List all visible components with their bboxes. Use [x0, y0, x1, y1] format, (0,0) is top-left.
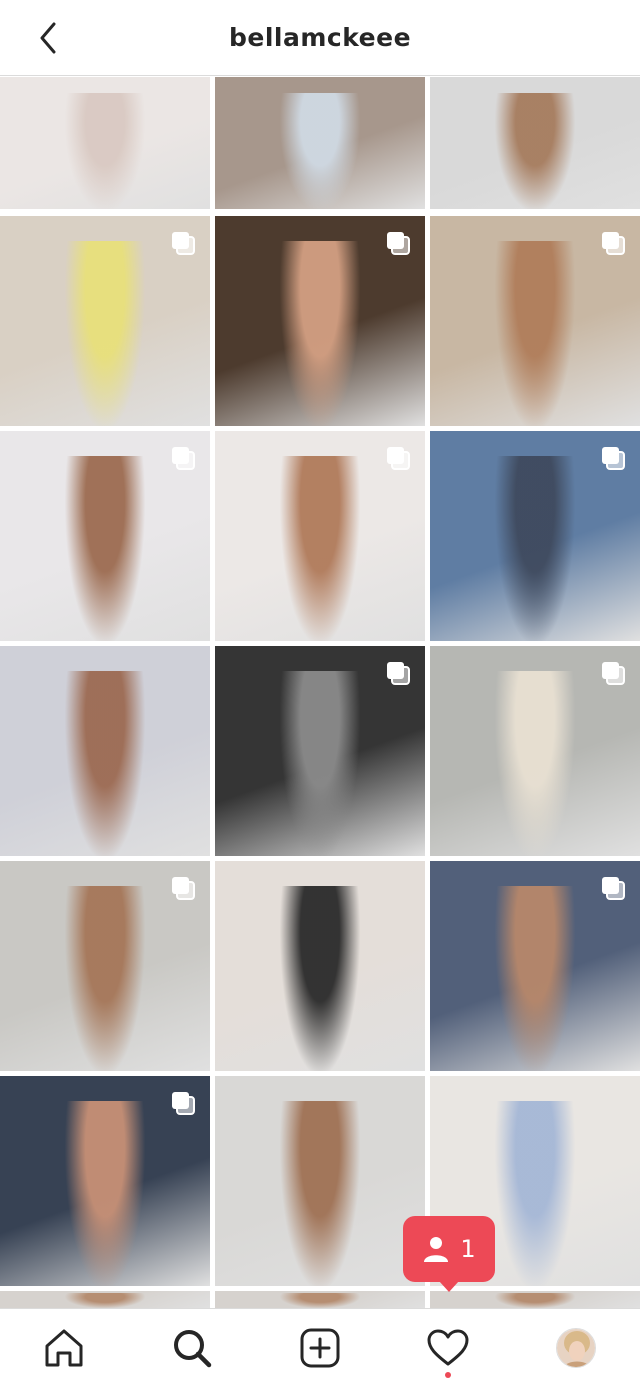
back-button[interactable] [30, 20, 66, 56]
post-thumbnail[interactable] [215, 216, 425, 426]
tab-home[interactable] [32, 1316, 96, 1380]
post-thumbnail[interactable] [430, 646, 640, 856]
home-icon [45, 1329, 83, 1366]
post-thumbnail[interactable] [215, 646, 425, 856]
plus-square-icon [300, 1328, 340, 1367]
post-image-subject [273, 1293, 367, 1308]
post-image-subject [273, 886, 367, 1071]
top-header: bellamckeee [0, 0, 640, 76]
multiple-photos-icon [170, 230, 196, 256]
person-icon [424, 1237, 449, 1262]
post-image-subject [488, 456, 582, 641]
multiple-photos-icon [170, 445, 196, 471]
post-image-subject [488, 1101, 582, 1286]
post-image-subject [58, 671, 152, 856]
post-thumbnail[interactable] [430, 77, 640, 209]
posts-grid [0, 77, 640, 1308]
post-thumbnail[interactable] [0, 77, 210, 209]
chevron-left-icon [40, 22, 56, 54]
notification-count: 1 [460, 1235, 476, 1263]
activity-dot [445, 1371, 451, 1378]
post-image-subject [273, 1101, 367, 1286]
multiple-photos-icon [600, 445, 626, 471]
tab-new-post[interactable] [288, 1316, 352, 1380]
post-thumbnail[interactable] [430, 216, 640, 426]
tab-search[interactable] [160, 1316, 224, 1380]
post-image-subject [273, 92, 367, 209]
post-thumbnail[interactable] [0, 646, 210, 856]
tab-profile[interactable] [544, 1316, 608, 1380]
profile-avatar-icon [556, 1327, 596, 1368]
post-image-subject [58, 1101, 152, 1286]
post-image-subject [488, 92, 582, 209]
post-image-subject [488, 886, 582, 1071]
multiple-photos-icon [170, 875, 196, 901]
post-thumbnail[interactable] [430, 431, 640, 641]
post-image-subject [273, 456, 367, 641]
post-image-subject [488, 241, 582, 426]
tab-activity[interactable] [416, 1316, 480, 1380]
post-image-subject [58, 241, 152, 426]
post-image-subject [273, 671, 367, 856]
post-image-subject [488, 1293, 582, 1308]
post-image-subject [58, 456, 152, 641]
post-thumbnail[interactable] [0, 216, 210, 426]
post-image-subject [58, 1293, 152, 1308]
post-thumbnail[interactable] [0, 861, 210, 1071]
post-image-subject [58, 92, 152, 209]
post-image-subject [273, 241, 367, 426]
page-title: bellamckeee [228, 23, 412, 52]
post-image-subject [488, 671, 582, 856]
post-thumbnail[interactable] [215, 1291, 425, 1308]
search-icon [174, 1329, 212, 1367]
post-thumbnail[interactable] [430, 861, 640, 1071]
post-thumbnail[interactable] [0, 1076, 210, 1286]
multiple-photos-icon [600, 230, 626, 256]
post-image-subject [58, 886, 152, 1071]
multiple-photos-icon [170, 1090, 196, 1116]
post-thumbnail[interactable] [215, 1076, 425, 1286]
post-thumbnail[interactable] [215, 77, 425, 209]
multiple-photos-icon [385, 660, 411, 686]
multiple-photos-icon [385, 445, 411, 471]
heart-icon [427, 1329, 469, 1365]
post-thumbnail[interactable] [215, 861, 425, 1071]
multiple-photos-icon [600, 660, 626, 686]
multiple-photos-icon [385, 230, 411, 256]
post-thumbnail[interactable] [0, 1291, 210, 1308]
activity-notification-bubble[interactable]: 1 [403, 1216, 495, 1292]
post-thumbnail[interactable] [215, 431, 425, 641]
multiple-photos-icon [600, 875, 626, 901]
post-thumbnail[interactable] [430, 1291, 640, 1308]
bottom-tab-bar [0, 1308, 640, 1386]
post-thumbnail[interactable] [0, 431, 210, 641]
